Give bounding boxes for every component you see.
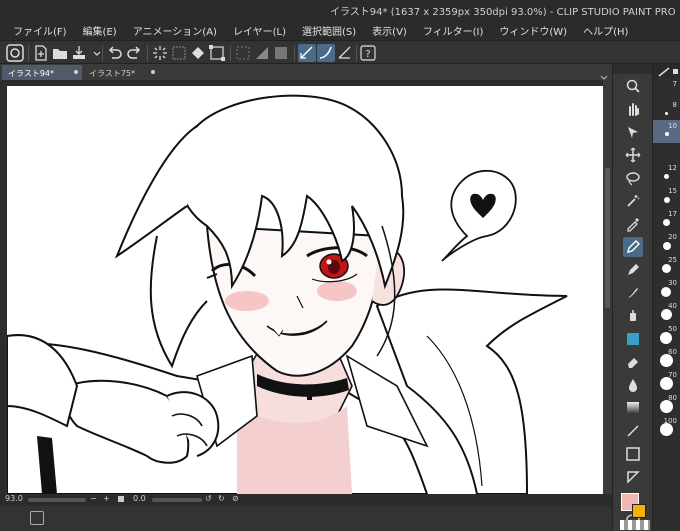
lasso-icon[interactable] — [623, 168, 643, 188]
hand-icon[interactable] — [623, 99, 643, 119]
menu-edit[interactable]: 編集(E) — [83, 23, 117, 38]
zoom-value[interactable]: 93.0 — [5, 494, 23, 503]
sub-color-swatch[interactable] — [632, 504, 646, 518]
open-folder-icon[interactable] — [51, 44, 69, 62]
menu-layer[interactable]: レイヤー(L) — [233, 23, 286, 38]
rotate-right-icon[interactable]: ↻ — [218, 494, 225, 503]
gradient-icon[interactable] — [623, 398, 643, 418]
title-bar: イラスト94* (1637 x 2359px 350dpi 93.0%) - C… — [0, 0, 680, 20]
frame-icon[interactable] — [623, 444, 643, 464]
tab-close-icon[interactable] — [151, 70, 155, 74]
brush-size-10[interactable]: 10 — [653, 120, 680, 143]
brush-size-50[interactable]: 50 — [653, 323, 680, 346]
layer-panel-icon[interactable] — [30, 511, 44, 525]
bottom-panel-bar — [0, 506, 612, 531]
tab-menu-icon[interactable] — [600, 67, 608, 80]
menu-filter[interactable]: フィルター(I) — [423, 23, 484, 38]
show-selection-icon[interactable] — [272, 44, 290, 62]
vertical-scrollbar[interactable] — [603, 80, 612, 494]
invert-selection-icon[interactable] — [253, 44, 271, 62]
tab-label: イラスト94* — [8, 69, 55, 78]
chevron-down-icon[interactable] — [88, 44, 101, 62]
transparent-color-swatch[interactable] — [620, 520, 650, 530]
menu-help[interactable]: ヘルプ(H) — [583, 23, 628, 38]
menu-bar: ファイル(F) 編集(E) アニメーション(A) レイヤー(L) 選択範囲(S)… — [0, 20, 680, 40]
figure-icon[interactable] — [623, 421, 643, 441]
rotation-slider[interactable] — [152, 498, 202, 502]
tab-label: イラスト75* — [89, 69, 136, 78]
airbrush-icon[interactable] — [623, 306, 643, 326]
brush-size-12[interactable]: 12 — [653, 162, 680, 185]
zoom-out-icon[interactable]: − — [90, 494, 97, 503]
redo-icon[interactable] — [125, 44, 143, 62]
snap-ruler-icon[interactable] — [298, 44, 316, 62]
fit-view-icon[interactable] — [118, 496, 124, 502]
svg-text:?: ? — [365, 49, 370, 60]
rotation-value[interactable]: 0.0 — [133, 494, 146, 503]
rotate-left-icon[interactable]: ↺ — [205, 494, 212, 503]
menu-selection[interactable]: 選択範囲(S) — [302, 23, 356, 38]
brush-size-20[interactable]: 20 — [653, 231, 680, 254]
brush-size-80[interactable]: 80 — [653, 392, 680, 415]
canvas-area[interactable] — [0, 80, 603, 494]
brush-size-70[interactable]: 70 — [653, 369, 680, 392]
tab-illust94[interactable]: イラスト94* — [2, 65, 82, 80]
menu-view[interactable]: 表示(V) — [372, 23, 407, 38]
brush-size-25[interactable]: 25 — [653, 254, 680, 277]
undo-icon[interactable] — [106, 44, 124, 62]
clear-icon[interactable] — [151, 44, 169, 62]
zoom-slider[interactable] — [28, 498, 86, 502]
transform-icon[interactable] — [208, 44, 226, 62]
window-title: イラスト94* (1637 x 2359px 350dpi 93.0%) - C… — [330, 7, 676, 18]
brush-size-17[interactable]: 17 — [653, 208, 680, 231]
brush-size-60[interactable]: 60 — [653, 346, 680, 369]
tool-palette: A — [612, 64, 652, 531]
menu-animation[interactable]: アニメーション(A) — [133, 23, 217, 38]
menu-file[interactable]: ファイル(F) — [13, 23, 67, 38]
pen-icon[interactable] — [623, 237, 643, 257]
brush-size-30[interactable]: 30 — [653, 277, 680, 300]
brush-size-header — [653, 64, 680, 78]
clear-outside-icon[interactable] — [170, 44, 188, 62]
character-illustration — [7, 94, 568, 494]
magnifier-icon[interactable] — [623, 76, 643, 96]
snap-grid-icon[interactable] — [336, 44, 354, 62]
scrollbar-thumb[interactable] — [605, 168, 610, 308]
brush-size-7[interactable]: 7 — [653, 78, 680, 101]
menu-window[interactable]: ウィンドウ(W) — [499, 23, 567, 38]
artwork-canvas[interactable] — [7, 86, 603, 494]
new-file-icon[interactable] — [32, 44, 50, 62]
magic-wand-icon[interactable] — [623, 191, 643, 211]
canvas-tab-bar: イラスト94* イラスト75* — [0, 64, 612, 80]
zoom-in-icon[interactable]: + — [103, 494, 110, 503]
pencil-icon[interactable] — [623, 260, 643, 280]
move-icon[interactable] — [623, 145, 643, 165]
tab-close-icon[interactable] — [74, 70, 78, 74]
command-bar: ? — [0, 40, 680, 64]
brush-icon[interactable] — [623, 283, 643, 303]
navigator-status-bar: 93.0 − + 0.0 ↺ ↻ ⊘ — [0, 494, 612, 506]
deselect-icon[interactable] — [234, 44, 252, 62]
eraser-icon[interactable] — [623, 352, 643, 372]
brush-size-40[interactable]: 40 — [653, 300, 680, 323]
fill-icon[interactable] — [623, 375, 643, 395]
help-icon[interactable]: ? — [359, 44, 377, 62]
reset-rotation-icon[interactable]: ⊘ — [232, 494, 239, 503]
blend-icon[interactable] — [623, 329, 643, 349]
tab-illust75[interactable]: イラスト75* — [83, 65, 159, 80]
save-icon[interactable] — [70, 44, 88, 62]
brush-size-100[interactable]: 100 — [653, 415, 680, 438]
brush-size-palette: 7 8 10 12 15 17 20 25 30 40 50 60 70 80 … — [652, 64, 680, 531]
eyedropper-icon[interactable] — [623, 214, 643, 234]
app-window: イラスト94* (1637 x 2359px 350dpi 93.0%) - C… — [0, 0, 680, 531]
fill-selection-icon[interactable] — [189, 44, 207, 62]
brush-size-8[interactable]: 8 — [653, 99, 680, 122]
clip-studio-icon[interactable] — [6, 44, 24, 62]
operation-icon[interactable] — [623, 122, 643, 142]
brush-size-15[interactable]: 15 — [653, 185, 680, 208]
ruler-icon[interactable] — [623, 467, 643, 487]
snap-special-ruler-icon[interactable] — [317, 44, 335, 62]
